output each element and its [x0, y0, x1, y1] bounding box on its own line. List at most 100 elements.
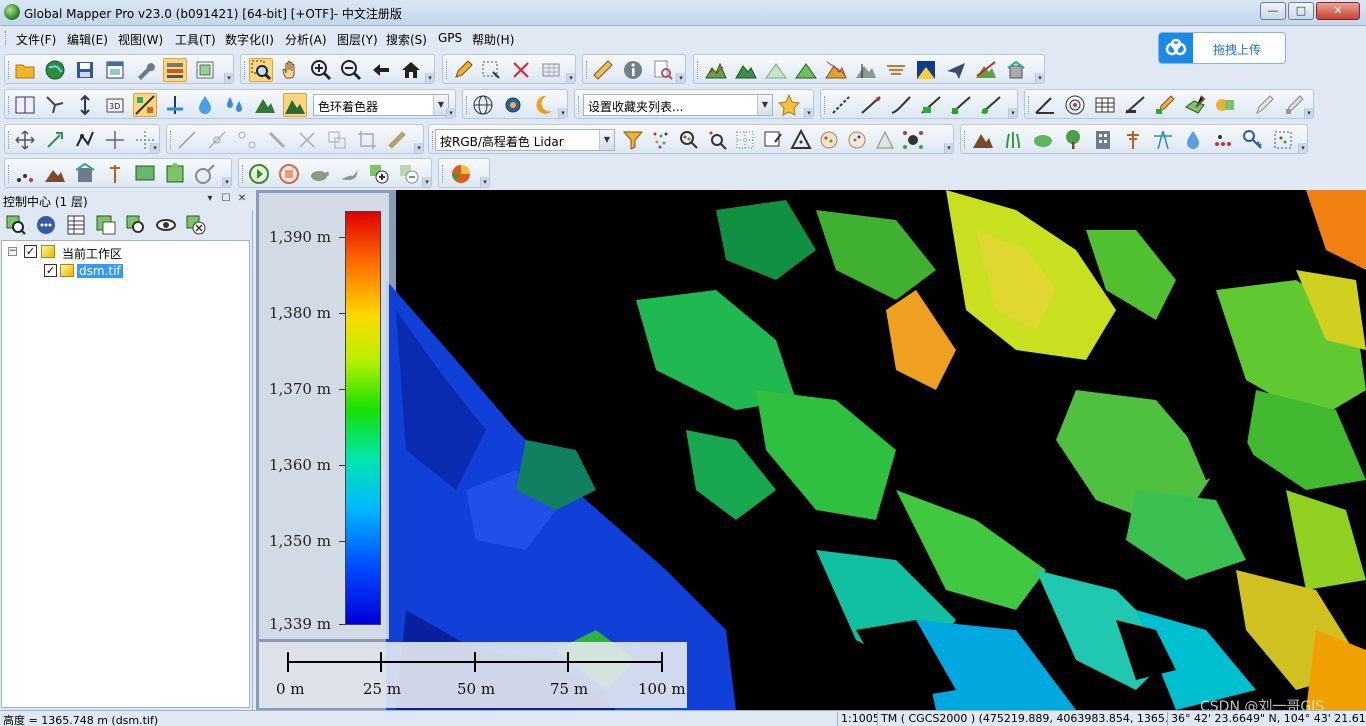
menu-view[interactable]: 视图(W) [118, 31, 163, 48]
layer-metadata-icon[interactable] [94, 213, 118, 237]
toolbar-overflow-chevron[interactable]: ▾ [1304, 108, 1313, 118]
toolbar-grip[interactable] [697, 61, 700, 79]
terrain-mesh-icon[interactable] [764, 58, 788, 82]
menu-layer[interactable]: 图层(Y) [337, 31, 378, 48]
shader-select[interactable]: 色环着色器 ▼ [313, 94, 449, 116]
layer-dsm-label[interactable]: dsm.tif [77, 264, 123, 278]
toolbar-grip[interactable] [446, 61, 449, 79]
cut-fill-icon[interactable] [794, 58, 818, 82]
rotate-icon[interactable] [43, 128, 67, 152]
toolbar-grip[interactable] [824, 96, 827, 114]
menu-gps[interactable]: GPS [438, 31, 462, 45]
ground-class-icon[interactable] [971, 128, 995, 152]
point-grid-icon[interactable] [733, 128, 757, 152]
line-of-sight-icon[interactable] [974, 58, 998, 82]
zoom-in-icon[interactable] [309, 58, 333, 82]
join-icon[interactable] [235, 128, 259, 152]
feature-info-icon[interactable] [651, 58, 675, 82]
building-profile-icon[interactable] [1004, 58, 1028, 82]
toolbar-overflow-chevron[interactable]: ▾ [944, 143, 953, 153]
toolbar-overflow-chevron[interactable]: ▾ [414, 143, 423, 153]
stop-icon[interactable] [277, 162, 301, 186]
toolbar-overflow-chevron[interactable]: ▾ [222, 177, 231, 187]
toolbar-overflow-chevron[interactable]: ▾ [566, 73, 575, 83]
puzzle-icon[interactable] [163, 162, 187, 186]
layer-node-dsm[interactable]: ✓ dsm.tif [30, 262, 230, 280]
classify-ground-icon[interactable] [817, 128, 841, 152]
tower-class-icon[interactable] [1151, 128, 1175, 152]
toolbar-grip[interactable] [244, 61, 247, 79]
tree-collapse-toggle[interactable]: − [8, 247, 17, 256]
point-extract-icon[interactable] [13, 162, 37, 186]
minimize-button[interactable]: — [1260, 2, 1286, 20]
layer-visibility-icon[interactable] [154, 213, 178, 237]
fast-rabbit-icon[interactable] [337, 162, 361, 186]
water-class-icon[interactable] [1181, 128, 1205, 152]
maximize-button[interactable]: □ [1288, 2, 1314, 20]
attribute-table-icon[interactable] [64, 213, 88, 237]
region-extract-icon[interactable] [133, 162, 157, 186]
workspace-checkbox[interactable]: ✓ [24, 245, 37, 258]
view-shed-icon[interactable] [734, 58, 758, 82]
ruler-measure-icon[interactable] [591, 58, 615, 82]
toolbar-grip[interactable] [586, 61, 589, 79]
shape-combine-icon[interactable] [1213, 93, 1237, 117]
map-view[interactable]: 1,390 m 1,380 m 1,370 m 1,360 m 1,350 m … [256, 190, 1366, 710]
layer-options-icon[interactable] [34, 213, 58, 237]
grass-class-icon[interactable] [1001, 128, 1025, 152]
grid-create-icon[interactable] [1093, 93, 1117, 117]
line-edit-icon[interactable] [949, 93, 973, 117]
3d-view-icon[interactable]: 3D [103, 93, 127, 117]
feature-brush-icon[interactable] [1153, 93, 1177, 117]
angle-measure-icon[interactable] [1033, 93, 1057, 117]
draw-line-icon[interactable] [175, 128, 199, 152]
lidar-color-select[interactable]: 按RGB/高程着色 Lidar ▼ [435, 129, 615, 151]
light-direction-icon[interactable] [43, 93, 67, 117]
toolbar-overflow-chevron[interactable]: ▾ [422, 177, 431, 187]
toolbar-overflow-chevron[interactable]: ▾ [480, 177, 489, 187]
toolbar-overflow-chevron[interactable]: ▾ [558, 108, 567, 118]
curve-line-icon[interactable] [889, 93, 913, 117]
favorite-star-icon[interactable] [777, 93, 801, 117]
measure-tape-icon[interactable] [385, 128, 409, 152]
split-at-vertex-icon[interactable] [295, 128, 319, 152]
flight-path-icon[interactable] [944, 58, 968, 82]
watershed-icon[interactable] [824, 58, 848, 82]
toolbar-grip[interactable] [242, 165, 245, 183]
toolbar-overflow-chevron[interactable]: ▾ [1298, 143, 1307, 153]
slow-turtle-icon[interactable] [307, 162, 331, 186]
settings-gear-icon[interactable] [501, 93, 525, 117]
toolbar-overflow-chevron[interactable]: ▾ [1008, 108, 1017, 118]
reshape-icon[interactable] [73, 128, 97, 152]
point-query-icon[interactable] [677, 128, 701, 152]
lidar-filter-icon[interactable] [621, 128, 645, 152]
terrain-profile-icon[interactable] [704, 58, 728, 82]
key-points-icon[interactable] [1241, 128, 1265, 152]
toolbar-grip[interactable] [8, 131, 11, 149]
chevron-down-icon[interactable]: ▼ [757, 95, 772, 115]
menu-file[interactable]: 文件(F) [16, 31, 56, 48]
hill-shading-icon[interactable] [133, 93, 157, 117]
building-extract-icon[interactable] [73, 162, 97, 186]
connect-icon[interactable] [265, 128, 289, 152]
toolbar-overflow-chevron[interactable]: ▾ [425, 73, 434, 83]
crop-icon[interactable] [355, 128, 379, 152]
layer-zoom-icon[interactable] [4, 213, 28, 237]
toolbar-grip[interactable] [170, 131, 173, 149]
copy-feature-icon[interactable] [325, 128, 349, 152]
workspace-node[interactable]: − ✓ 当前工作区 [6, 243, 206, 261]
toolbar-grip[interactable] [8, 165, 11, 183]
toolbar-grip[interactable] [964, 131, 967, 149]
split-line-icon[interactable] [205, 128, 229, 152]
toolbar-overflow-chevron[interactable]: ▾ [1035, 73, 1044, 83]
rain-drop-icon[interactable] [223, 93, 247, 117]
shader-mountain-icon[interactable] [253, 93, 277, 117]
pan-hand-icon[interactable] [279, 58, 303, 82]
range-ring-icon[interactable] [1063, 93, 1087, 117]
layer-close-icon[interactable] [184, 213, 208, 237]
add-waypoint-icon[interactable] [367, 162, 391, 186]
panel-close-button[interactable]: ✕ [236, 193, 248, 205]
toolbar-grip[interactable] [8, 61, 11, 79]
menu-help[interactable]: 帮助(H) [472, 31, 514, 48]
toolbar-overflow-chevron[interactable]: ▾ [676, 73, 685, 83]
